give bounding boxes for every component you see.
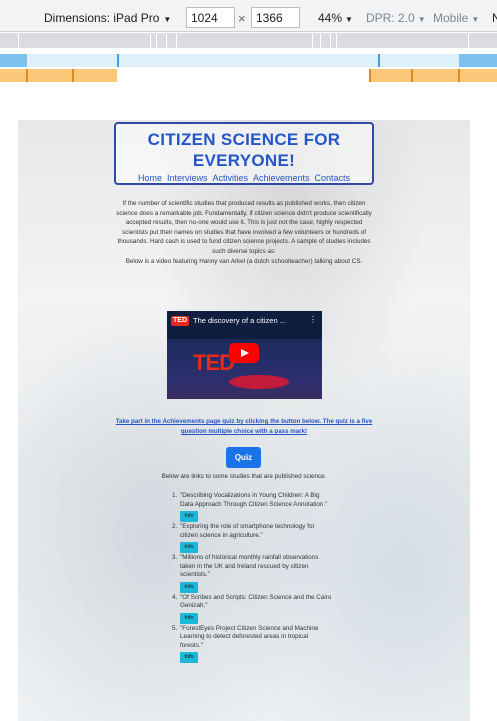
studies-intro: Below are links to some studies that are… [161,473,327,480]
dimensions-label: Dimensions: iPad Pro [44,11,160,25]
toolbar-overflow-label[interactable]: N [492,11,497,25]
dpr-dropdown[interactable]: DPR: 2.0 ▼ [366,11,426,25]
study-title: "Of Scribes and Scripts: Citizen Science… [180,593,332,610]
mq-tick [72,69,74,82]
mq-segment[interactable] [0,69,117,82]
info-button[interactable]: Info [180,542,198,553]
quiz-button[interactable]: Quiz [226,447,261,468]
mq-tick [176,33,177,48]
intro-paragraph: If the number of scientific studies that… [116,200,372,255]
chevron-down-icon: ▼ [417,15,426,24]
mq-tick [166,33,167,48]
dpr-value: DPR: 2.0 [366,11,415,25]
mq-tick [378,54,380,67]
list-item: 1. "Describing Vocalizations in Young Ch… [172,492,332,522]
mq-tick [117,54,119,67]
nav-link-interviews[interactable]: Interviews [167,173,208,183]
media-query-bar-min-width[interactable] [0,69,497,82]
height-input[interactable] [251,7,300,28]
ted-stage-logo: TED [193,350,235,375]
stage-carpet [229,375,289,389]
more-options-icon[interactable]: ⋮ [309,315,317,324]
video-title[interactable]: The discovery of a citizen ... [193,316,286,325]
studies-list: 1. "Describing Vocalizations in Young Ch… [172,492,332,664]
list-item: 5. "ForestEyes Project Citizen Science a… [172,624,332,663]
mq-tick [18,33,19,48]
times-separator: × [238,11,246,26]
page-title: CITIZEN SCIENCE FOR EVERYONE! [147,130,341,170]
study-title: "Exploring the role of smartphone techno… [180,523,315,539]
media-query-bar-max-width[interactable] [0,54,497,67]
chevron-down-icon: ▼ [471,15,480,24]
mq-tick [330,33,331,48]
mq-tick [336,33,337,48]
chevron-down-icon: ▼ [345,15,353,24]
main-nav: Home Interviews Activities Achievements … [116,173,372,183]
video-embed[interactable]: TED TED The discovery of a citizen ... ⋮ [167,311,322,399]
mq-segment[interactable] [0,54,27,67]
mq-tick [411,69,413,82]
mq-tick [468,33,469,48]
info-button[interactable]: Info [180,652,198,663]
nav-link-achievements[interactable]: Achievements [253,173,310,183]
mq-tick [26,69,28,82]
zoom-dropdown[interactable]: 44% ▼ [318,11,353,25]
list-number: 5. [172,624,178,632]
mq-tick [458,69,460,82]
play-icon[interactable] [229,343,259,363]
list-number: 2. [172,523,178,530]
list-item: 2. "Exploring the role of smartphone tec… [172,523,332,553]
nav-link-contacts[interactable]: Contacts [315,173,351,183]
mode-value: Mobile [433,11,469,25]
intro-text: If the number of scientific studies that… [113,199,375,266]
width-input[interactable] [186,7,235,28]
ted-logo-icon: TED [171,316,189,326]
mode-dropdown[interactable]: Mobile ▼ [433,11,479,25]
list-number: 4. [172,593,178,601]
media-query-bar-gray[interactable] [0,33,497,48]
list-item: 3. "Millions of historical monthly rainf… [172,554,332,593]
chevron-down-icon: ▼ [163,15,172,24]
nav-link-activities[interactable]: Activities [212,173,248,183]
device-viewport: CITIZEN SCIENCE FOR EVERYONE! Home Inter… [0,100,497,721]
web-page: CITIZEN SCIENCE FOR EVERYONE! Home Inter… [18,120,470,721]
mq-segment[interactable] [369,69,497,82]
mq-segment[interactable] [459,54,497,67]
dimensions-dropdown[interactable]: Dimensions: iPad Pro ▼ [44,11,171,25]
list-number: 3. [172,554,178,561]
list-item: 4. "Of Scribes and Scripts: Citizen Scie… [172,594,332,624]
devtools-device-toolbar: Dimensions: iPad Pro▼ × 44%▼ DPR: 2.0▼ M… [0,0,497,32]
quiz-link[interactable]: Take part in the Achievements page quiz … [113,417,375,437]
site-header: CITIZEN SCIENCE FOR EVERYONE! Home Inter… [114,122,374,185]
mq-tick [320,33,321,48]
mq-tick [150,33,151,48]
mq-tick [312,33,313,48]
info-button[interactable]: Info [180,511,198,522]
list-number: 1. [172,492,178,499]
info-button[interactable]: Info [180,612,198,624]
study-title: "Millions of historical monthly rainfall… [180,554,319,578]
study-title: "ForestEyes Project Citizen Science and … [180,624,319,649]
info-button[interactable]: Info [180,581,198,593]
mq-tick [369,69,371,82]
zoom-value: 44% [318,11,343,25]
mq-tick [156,33,157,48]
video-intro: Below is a video featuring Hanny van Ark… [125,257,363,265]
study-title: "Describing Vocalizations in Young Child… [180,492,328,508]
nav-link-home[interactable]: Home [138,173,162,183]
